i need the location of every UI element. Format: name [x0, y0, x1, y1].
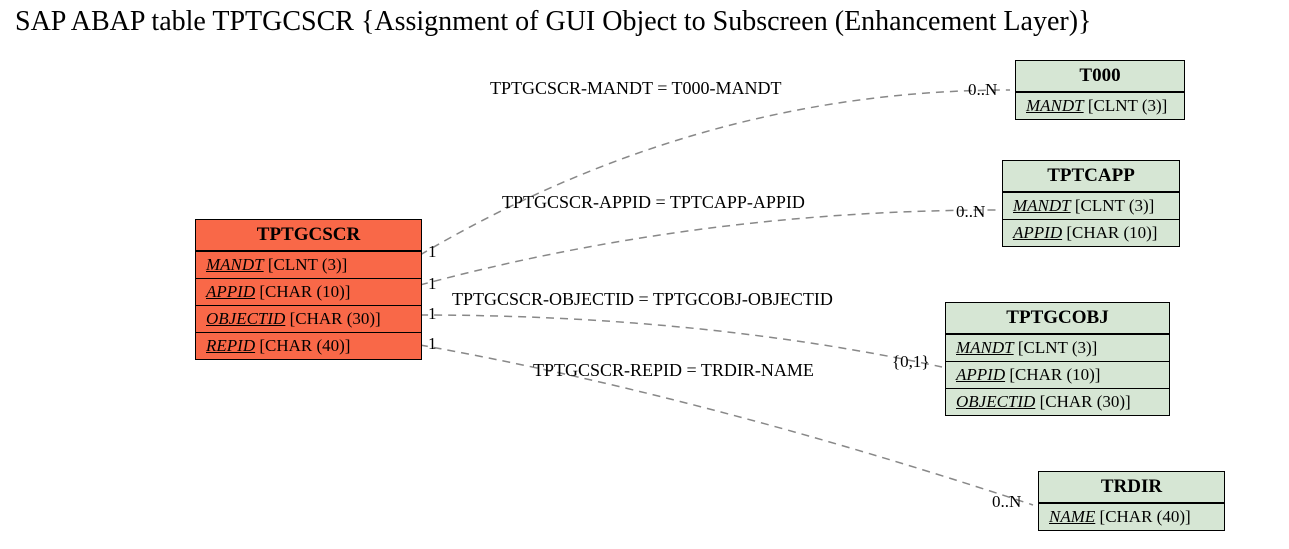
field-appid: APPID [CHAR (10)]: [196, 278, 421, 305]
rel-label-objectid: TPTGCSCR-OBJECTID = TPTGCOBJ-OBJECTID: [452, 289, 833, 310]
rel-label-repid: TPTGCSCR-REPID = TRDIR-NAME: [533, 360, 814, 381]
table-trdir: TRDIR NAME [CHAR (40)]: [1038, 471, 1225, 531]
edge-mandt: [420, 90, 1010, 255]
card-left-1b: 1: [428, 274, 437, 294]
rel-label-appid: TPTGCSCR-APPID = TPTCAPP-APPID: [502, 192, 805, 213]
field-appid: APPID [CHAR (10)]: [1003, 219, 1179, 246]
field-appid: APPID [CHAR (10)]: [946, 361, 1169, 388]
table-t000: T000 MANDT [CLNT (3)]: [1015, 60, 1185, 120]
field-objectid: OBJECTID [CHAR (30)]: [946, 388, 1169, 415]
edge-appid: [420, 210, 998, 285]
table-tptcapp: TPTCAPP MANDT [CLNT (3)] APPID [CHAR (10…: [1002, 160, 1180, 247]
field-objectid: OBJECTID [CHAR (30)]: [196, 305, 421, 332]
field-mandt: MANDT [CLNT (3)]: [1003, 192, 1179, 219]
table-tptgcscr: TPTGCSCR MANDT [CLNT (3)] APPID [CHAR (1…: [195, 219, 422, 360]
card-right-tptgcobj: {0,1}: [892, 352, 930, 372]
table-header: TRDIR: [1039, 472, 1224, 503]
card-left-1a: 1: [428, 242, 437, 262]
table-header: T000: [1016, 61, 1184, 92]
field-mandt: MANDT [CLNT (3)]: [946, 334, 1169, 361]
er-diagram: SAP ABAP table TPTGCSCR {Assignment of G…: [0, 0, 1289, 549]
card-right-trdir: 0..N: [992, 492, 1021, 512]
card-right-tptcapp: 0..N: [956, 202, 985, 222]
card-left-1c: 1: [428, 304, 437, 324]
rel-label-mandt: TPTGCSCR-MANDT = T000-MANDT: [490, 78, 782, 99]
table-header: TPTGCSCR: [196, 220, 421, 251]
card-right-t000: 0..N: [968, 80, 997, 100]
table-tptgcobj: TPTGCOBJ MANDT [CLNT (3)] APPID [CHAR (1…: [945, 302, 1170, 416]
field-repid: REPID [CHAR (40)]: [196, 332, 421, 359]
field-name: NAME [CHAR (40)]: [1039, 503, 1224, 530]
table-header: TPTCAPP: [1003, 161, 1179, 192]
field-mandt: MANDT [CLNT (3)]: [196, 251, 421, 278]
card-left-1d: 1: [428, 334, 437, 354]
table-header: TPTGCOBJ: [946, 303, 1169, 334]
field-mandt: MANDT [CLNT (3)]: [1016, 92, 1184, 119]
